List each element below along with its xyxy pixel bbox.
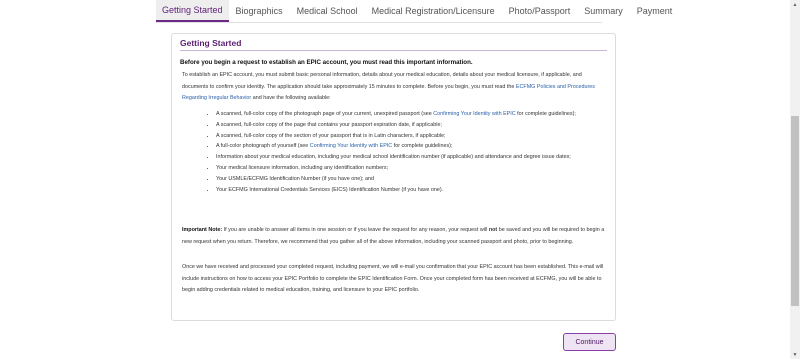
list-item: A scanned, full-color copy of the page t… — [216, 120, 601, 131]
scrollbar-thumb[interactable] — [791, 116, 799, 306]
intro-text-end: and have the following available: — [251, 95, 331, 101]
list-item: Information about your medical education… — [216, 152, 601, 163]
getting-started-panel: Getting Started Before you begin a reque… — [171, 33, 616, 321]
note-emphasis: not — [488, 227, 498, 233]
requirements-list: A scanned, full-color copy of the photog… — [208, 109, 601, 195]
list-item: Your ECFMG International Credentials Ser… — [216, 185, 601, 196]
lead-text: Before you begin a request to establish … — [180, 59, 473, 66]
tab-payment[interactable]: Payment — [630, 0, 680, 22]
important-note-label: Important Note: — [182, 227, 223, 233]
confirming-identity-link[interactable]: Confirming Your Identity with EPIC — [433, 111, 515, 117]
panel-title: Getting Started — [180, 38, 242, 48]
vertical-scrollbar[interactable]: ▲ ▼ — [790, 0, 800, 359]
title-divider — [180, 50, 607, 51]
tab-getting-started[interactable]: Getting Started — [156, 0, 229, 22]
tab-biographics[interactable]: Biographics — [229, 0, 290, 22]
tab-summary[interactable]: Summary — [577, 0, 630, 22]
important-note-paragraph: Important Note: If you are unable to ans… — [182, 225, 605, 248]
arrow-up-icon[interactable]: ▲ — [790, 0, 800, 9]
tab-medical-registration-licensure[interactable]: Medical Registration/Licensure — [365, 0, 502, 22]
item-text: A full-color photograph of yourself (see — [216, 143, 310, 150]
list-item: Your medical licensure information, incl… — [216, 163, 601, 174]
tab-bar: Getting Started Biographics Medical Scho… — [156, 0, 672, 23]
intro-paragraph: To establish an EPIC account, you must s… — [182, 70, 605, 105]
item-text: A scanned, full-color copy of the photog… — [216, 111, 434, 117]
note-text: If you are unable to answer all items in… — [222, 227, 489, 233]
item-text-end: for complete guidelines); — [392, 143, 453, 150]
list-item: A full-color photograph of yourself (see… — [216, 141, 601, 152]
list-item: A scanned, full-color copy of the photog… — [216, 109, 601, 120]
continue-button[interactable]: Continue — [563, 333, 616, 351]
confirming-identity-link-2[interactable]: Confirming Your Identity with EPIC — [310, 143, 392, 149]
list-item: Your USMLE/ECFMG Identification Number (… — [216, 174, 601, 185]
item-text-end: for complete guidelines); — [515, 111, 576, 117]
tab-medical-school[interactable]: Medical School — [290, 0, 365, 22]
arrow-down-icon[interactable]: ▼ — [790, 350, 800, 359]
closing-paragraph: Once we have received and processed your… — [182, 264, 604, 293]
list-item: A scanned, full-color copy of the sectio… — [216, 131, 601, 142]
tab-photo-passport[interactable]: Photo/Passport — [502, 0, 578, 22]
